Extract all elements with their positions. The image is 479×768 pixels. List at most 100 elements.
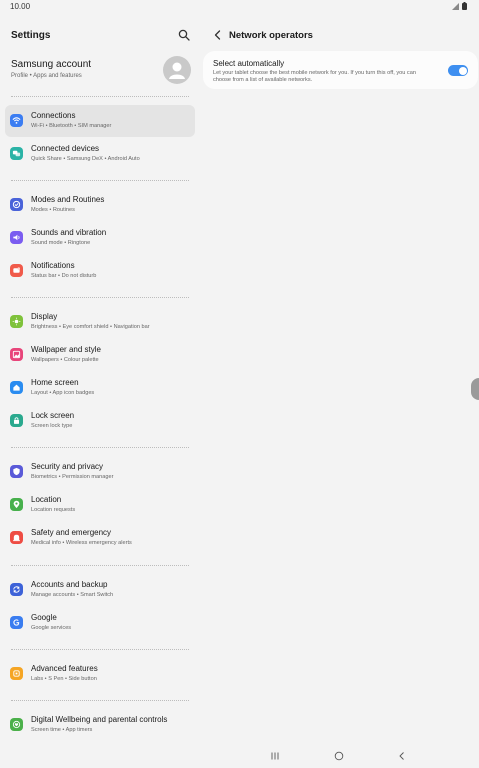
sidebar-item-display[interactable]: Display Brightness • Eye comfort shield … — [5, 306, 195, 338]
sidebar-item-sub: Modes • Routines — [31, 207, 75, 213]
google-icon — [10, 616, 23, 629]
sidebar-item-label: Location — [31, 495, 62, 504]
sidebar-item-label: Safety and emergency — [31, 528, 112, 537]
sidebar-item-security-and-privacy[interactable]: Security and privacy Biometrics • Permis… — [5, 456, 195, 488]
sidebar-item-sub: Manage accounts • Smart Switch — [31, 592, 114, 598]
heart-icon — [10, 718, 23, 731]
sidebar-item-label: Modes and Routines — [31, 195, 105, 204]
sync-icon — [10, 583, 23, 596]
sidebar-item-label: Security and privacy — [31, 462, 104, 471]
detail-title: Network operators — [229, 30, 313, 41]
divider — [11, 297, 189, 298]
check-circle-icon — [10, 198, 23, 211]
account-name: Samsung account — [11, 59, 92, 70]
sidebar-item-modes-and-routines[interactable]: Modes and Routines Modes • Routines — [5, 189, 195, 221]
back-chevron-icon — [399, 752, 404, 760]
sidebar-item-advanced-features[interactable]: Advanced features Labs • S Pen • Side bu… — [5, 658, 195, 690]
divider — [11, 649, 189, 650]
settings-list-panel: Settings Samsung account Profile • Apps … — [0, 14, 200, 744]
sidebar-item-notifications[interactable]: Notifications Status bar • Do not distur… — [5, 255, 195, 287]
sidebar-item-sub: Labs • S Pen • Side button — [31, 676, 97, 682]
sun-icon — [10, 315, 23, 328]
divider — [11, 180, 189, 181]
sidebar-item-sub: Status bar • Do not disturb — [31, 273, 97, 279]
sidebar-item-sub: Wallpapers • Colour palette — [31, 357, 99, 363]
sidebar-item-label: Display — [31, 312, 58, 321]
sidebar-item-sub: Google services — [31, 625, 72, 631]
sidebar-item-lock-screen[interactable]: Lock screen Screen lock type — [5, 405, 195, 437]
recent-apps-button[interactable] — [269, 750, 281, 762]
recents-icon — [271, 752, 279, 760]
wifi-icon — [10, 114, 23, 127]
samsung-account-item[interactable]: Samsung account Profile • Apps and featu… — [11, 56, 193, 88]
sidebar-item-label: Wallpaper and style — [31, 345, 101, 354]
shield-icon — [10, 465, 23, 478]
sidebar-item-digital-wellbeing[interactable]: Digital Wellbeing and parental controls … — [5, 709, 195, 741]
page-title: Settings — [11, 30, 51, 41]
detail-header: Network operators — [212, 28, 472, 44]
sidebar-item-sub: Biometrics • Permission manager — [31, 474, 114, 480]
divider — [11, 447, 189, 448]
account-sub: Profile • Apps and features — [11, 73, 82, 79]
status-time: 10.00 — [10, 2, 31, 11]
sidebar-item-home-screen[interactable]: Home screen Layout • App icon badges — [5, 372, 195, 404]
avatar — [163, 56, 191, 84]
sidebar-item-accounts-and-backup[interactable]: Accounts and backup Manage accounts • Sm… — [5, 574, 195, 606]
sidebar-item-label: Accounts and backup — [31, 580, 108, 589]
signal-icon — [452, 2, 459, 10]
sidebar-item-connections[interactable]: Connections Wi-Fi • Bluetooth • SIM mana… — [5, 105, 195, 137]
home-icon — [10, 381, 23, 394]
system-icons — [452, 2, 467, 10]
volume-icon — [10, 231, 23, 244]
status-bar: 10.00 — [0, 0, 479, 14]
battery-icon — [462, 2, 467, 10]
home-circle-icon — [334, 751, 344, 761]
sidebar-item-sub: Brightness • Eye comfort shield • Naviga… — [31, 324, 150, 330]
sidebar-item-google[interactable]: Google Google services — [5, 607, 195, 639]
edge-panel-handle[interactable] — [471, 378, 479, 400]
setting-label: Select automatically — [213, 59, 285, 68]
sidebar-item-sub: Screen lock type — [31, 423, 73, 429]
sidebar-item-sub: Screen time • App timers — [31, 727, 93, 733]
sidebar-item-label: Notifications — [31, 261, 75, 270]
sidebar-item-label: Sounds and vibration — [31, 228, 107, 237]
sidebar-item-sub: Sound mode • Ringtone — [31, 240, 91, 246]
select-automatically-setting[interactable]: Select automatically Let your tablet cho… — [203, 51, 478, 89]
divider — [11, 565, 189, 566]
sidebar-item-sub: Location requests — [31, 507, 76, 513]
search-icon[interactable] — [178, 29, 190, 41]
sidebar-item-label: Advanced features — [31, 664, 98, 673]
sidebar-item-label: Home screen — [31, 378, 79, 387]
image-icon — [10, 348, 23, 361]
divider — [11, 96, 189, 97]
toggle-knob — [458, 66, 467, 75]
setting-description: Let your tablet choose the best mobile n… — [213, 70, 416, 83]
sidebar-item-connected-devices[interactable]: Connected devices Quick Share • Samsung … — [5, 138, 195, 170]
sidebar-item-sub: Wi-Fi • Bluetooth • SIM manager — [31, 123, 112, 129]
sidebar-item-safety-and-emergency[interactable]: Safety and emergency Medical info • Wire… — [5, 522, 195, 554]
select-automatically-toggle[interactable] — [448, 65, 468, 76]
sidebar-item-sub: Quick Share • Samsung DeX • Android Auto — [31, 156, 140, 162]
sidebar-item-label: Connected devices — [31, 144, 100, 153]
sidebar-item-label: Google — [31, 613, 57, 622]
network-operators-panel: Network operators Select automatically L… — [202, 14, 479, 744]
home-button[interactable] — [333, 750, 345, 762]
back-arrow-icon[interactable] — [212, 29, 224, 41]
sidebar-item-sub: Medical info • Wireless emergency alerts — [31, 540, 132, 546]
devices-icon — [10, 147, 23, 160]
location-pin-icon — [10, 498, 23, 511]
sidebar-item-sounds-and-vibration[interactable]: Sounds and vibration Sound mode • Ringto… — [5, 222, 195, 254]
back-button[interactable] — [396, 750, 408, 762]
sidebar-item-sub: Layout • App icon badges — [31, 390, 95, 396]
sidebar-item-label: Connections — [31, 111, 76, 120]
sidebar-item-location[interactable]: Location Location requests — [5, 489, 195, 521]
sidebar-item-wallpaper-and-style[interactable]: Wallpaper and style Wallpapers • Colour … — [5, 339, 195, 371]
navigation-bar — [0, 744, 479, 768]
star-icon — [10, 667, 23, 680]
settings-header: Settings — [11, 29, 192, 43]
alert-icon — [10, 531, 23, 544]
bell-icon — [10, 264, 23, 277]
person-icon — [169, 62, 185, 79]
divider — [11, 700, 189, 701]
lock-icon — [10, 414, 23, 427]
